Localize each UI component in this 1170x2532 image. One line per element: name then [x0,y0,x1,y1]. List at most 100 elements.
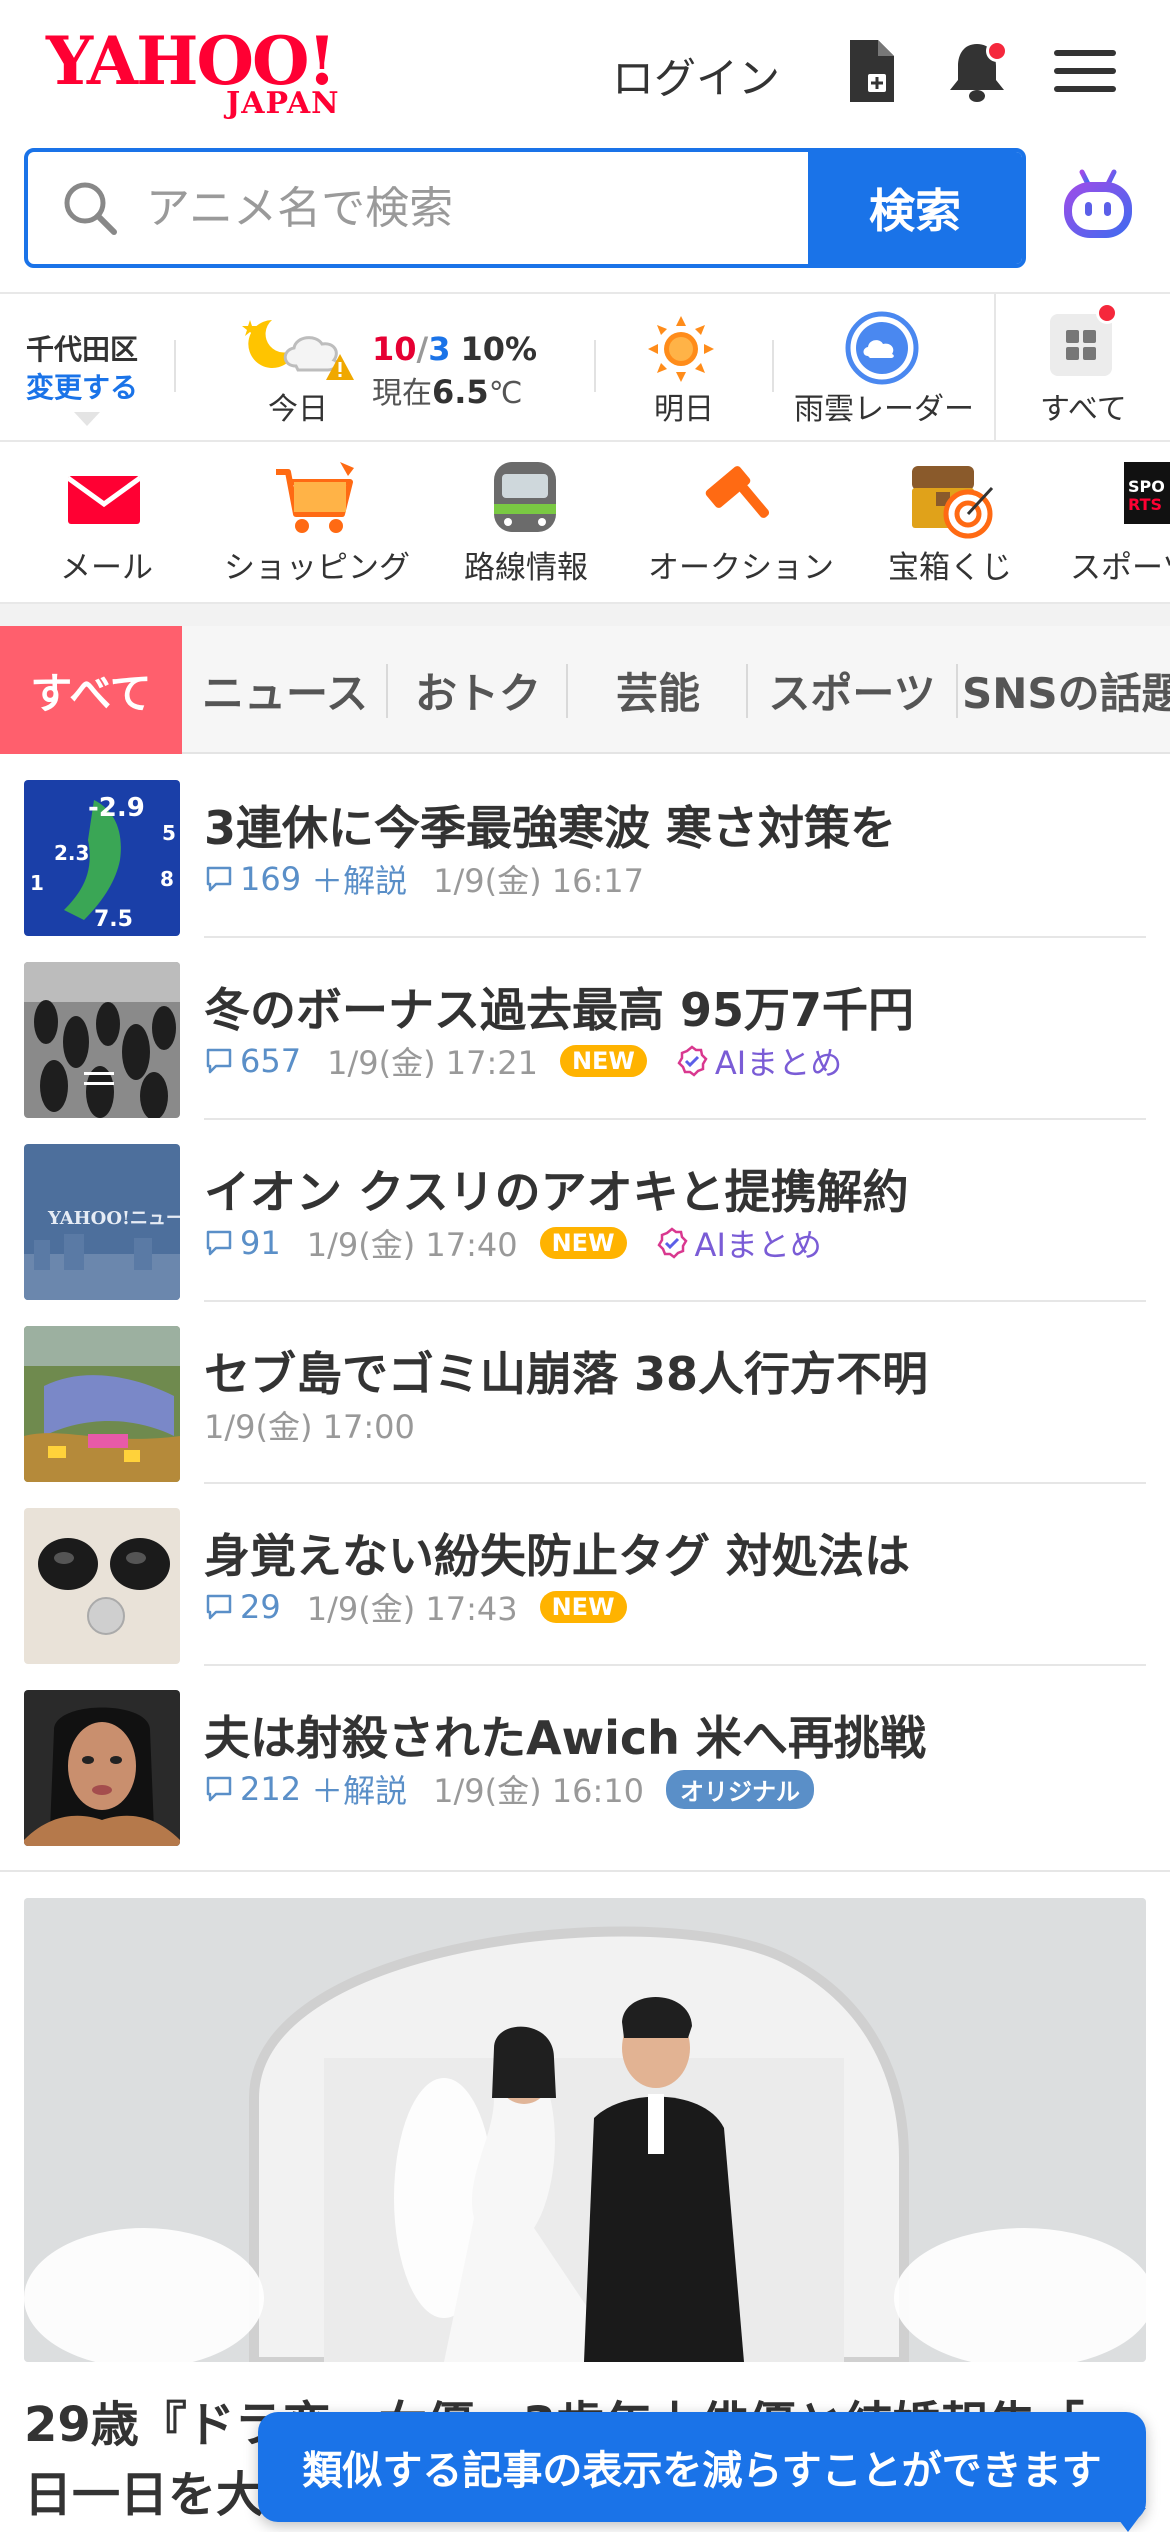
service-label-treasure: 宝箱くじ [888,550,1012,586]
comment-icon [206,1594,232,1620]
comment-count[interactable]: 169 ＋解説 [204,856,407,902]
tomorrow-sun-icon[interactable] [648,316,714,382]
tab-divider [956,664,958,718]
service-mail[interactable] [64,458,144,542]
search-input[interactable] [28,152,812,264]
search-button[interactable]: 検索 [808,152,1022,264]
similar-articles-toast[interactable]: 類似する記事の表示を減らすことができます [258,2412,1146,2522]
temp-slash: / [416,330,429,368]
news-item[interactable]: 身覚えない紛失防止タグ 対処法は 29 1/9(金) 17:43 NEW [0,1484,1170,1666]
news-date: 1/9(金) 16:17 [433,862,644,900]
tab-divider [566,664,568,718]
comment-count[interactable]: 29 [204,1588,281,1626]
divider [0,1870,1170,1872]
now-prefix: 現在 [372,376,432,411]
new-badge: NEW [539,1591,627,1623]
original-badge: オリジナル [665,1769,814,1809]
feature-image[interactable] [24,1898,1146,2362]
news-thumbnail: YAHOO!ニュース [24,1144,180,1300]
tab-news[interactable]: ニュース [190,626,380,754]
search-box: 検索 [24,148,1026,268]
service-shopping[interactable] [270,458,360,542]
bell-icon[interactable] [942,36,1012,106]
service-label-sports: スポーツ [1070,550,1170,586]
comment-icon [206,1776,232,1802]
ai-summary-label: AIまとめ [694,1226,822,1264]
commentary-link[interactable]: ＋解説 [311,1766,407,1812]
all-apps-icon[interactable] [1050,302,1118,376]
temp-high: 10 [372,330,417,368]
news-meta: 29 1/9(金) 17:43 NEW [204,1584,627,1630]
news-date: 1/9(金) 17:00 [204,1408,415,1446]
news-meta: 91 1/9(金) 17:40 NEW AIまとめ [204,1220,822,1266]
ai-summary-link[interactable]: AIまとめ [675,1038,842,1084]
map-value: 1 [30,871,44,895]
service-label-mail: メール [60,550,153,586]
service-label-shopping: ショッピング [224,550,410,586]
now-unit: ℃ [488,376,523,411]
news-date: 1/9(金) 16:10 [433,1772,644,1810]
news-meta: 657 1/9(金) 17:21 NEW AIまとめ [204,1038,842,1084]
comment-number: 29 [240,1588,281,1626]
comment-number: 212 [240,1770,302,1808]
svg-text:RTS: RTS [1128,495,1162,514]
tab-all[interactable]: すべて [0,626,182,754]
news-item[interactable]: YAHOO!ニュース イオン クスリのアオキと提携解約 91 1/9(金) 17… [0,1120,1170,1302]
news-item[interactable]: 冬のボーナス過去最高 95万7千円 657 1/9(金) 17:21 NEW A… [0,938,1170,1120]
logo-main-text: YAHOO! [46,22,336,100]
commentary-link[interactable]: ＋解説 [311,856,407,902]
service-label-transit: 路線情報 [464,550,588,586]
tomorrow-label: 明日 [654,392,714,427]
rain-radar-icon[interactable] [844,310,920,386]
news-meta: 1/9(金) 17:00 [204,1402,415,1448]
service-transit[interactable] [490,458,560,542]
weather-location: 千代田区 [26,333,139,366]
ai-summary-label: AIまとめ [714,1044,843,1082]
news-title[interactable]: 身覚えない紛失防止タグ 対処法は [204,1520,910,1586]
category-tabs: すべて ニュース おトク 芸能 スポーツ SNSの話題 [0,626,1170,754]
notification-dot [1096,302,1118,324]
map-value: 8 [160,867,174,891]
news-item[interactable]: 夫は射殺されたAwich 米へ再挑戦 212 ＋解説 1/9(金) 16:10 … [0,1666,1170,1848]
change-location-link[interactable]: 変更する [26,366,138,406]
tab-divider [746,664,748,718]
news-title[interactable]: 夫は射殺されたAwich 米へ再挑戦 [204,1702,926,1768]
news-date: 1/9(金) 17:21 [327,1044,538,1082]
yahoo-japan-logo[interactable]: YAHOO! JAPAN [46,22,366,121]
news-thumbnail [24,962,180,1118]
today-weather-icon[interactable] [236,314,366,384]
tab-sns[interactable]: SNSの話題 [962,626,1170,754]
comment-count[interactable]: 657 [204,1042,301,1080]
tab-divider [386,664,388,718]
service-sports[interactable]: SPO RTS [1124,458,1170,532]
current-temperature: 現在6.5℃ [372,368,522,412]
service-auction[interactable] [696,458,780,546]
comment-count[interactable]: 91 [204,1224,281,1262]
tab-deals[interactable]: おトク [390,626,566,754]
menu-icon[interactable] [1050,36,1120,106]
ai-check-icon [677,1045,708,1077]
temp-low: 3 [428,330,451,368]
add-document-icon[interactable] [836,36,906,106]
tab-sports[interactable]: スポーツ [752,626,952,754]
tab-entertainment[interactable]: 芸能 [570,626,746,754]
map-value: -2.9 [88,793,145,823]
svg-text:SPO: SPO [1128,477,1165,496]
news-meta: 169 ＋解説 1/9(金) 16:17 [204,856,644,902]
assistant-bot-icon[interactable] [1058,166,1138,246]
news-title[interactable]: 3連休に今季最強寒波 寒さ対策を [204,792,896,858]
news-item[interactable]: -2.9 2.3 1 7.5 8 5 3連休に今季最強寒波 寒さ対策を 169 … [0,756,1170,938]
news-title[interactable]: イオン クスリのアオキと提携解約 [204,1156,909,1222]
divider [174,340,176,392]
section-gap [0,604,1170,626]
today-label: 今日 [268,392,328,427]
news-title[interactable]: セブ島でゴミ山崩落 38人行方不明 [204,1338,928,1404]
login-link[interactable]: ログイン [612,45,780,106]
news-title[interactable]: 冬のボーナス過去最高 95万7千円 [204,974,914,1040]
service-treasure[interactable] [908,458,998,546]
news-item[interactable]: セブ島でゴミ山崩落 38人行方不明 1/9(金) 17:00 [0,1302,1170,1484]
ai-summary-link[interactable]: AIまとめ [655,1220,822,1266]
comment-count[interactable]: 212 ＋解説 [204,1766,407,1812]
thumb-logo: YAHOO!ニュース [47,1208,180,1229]
mail-icon [66,475,142,524]
